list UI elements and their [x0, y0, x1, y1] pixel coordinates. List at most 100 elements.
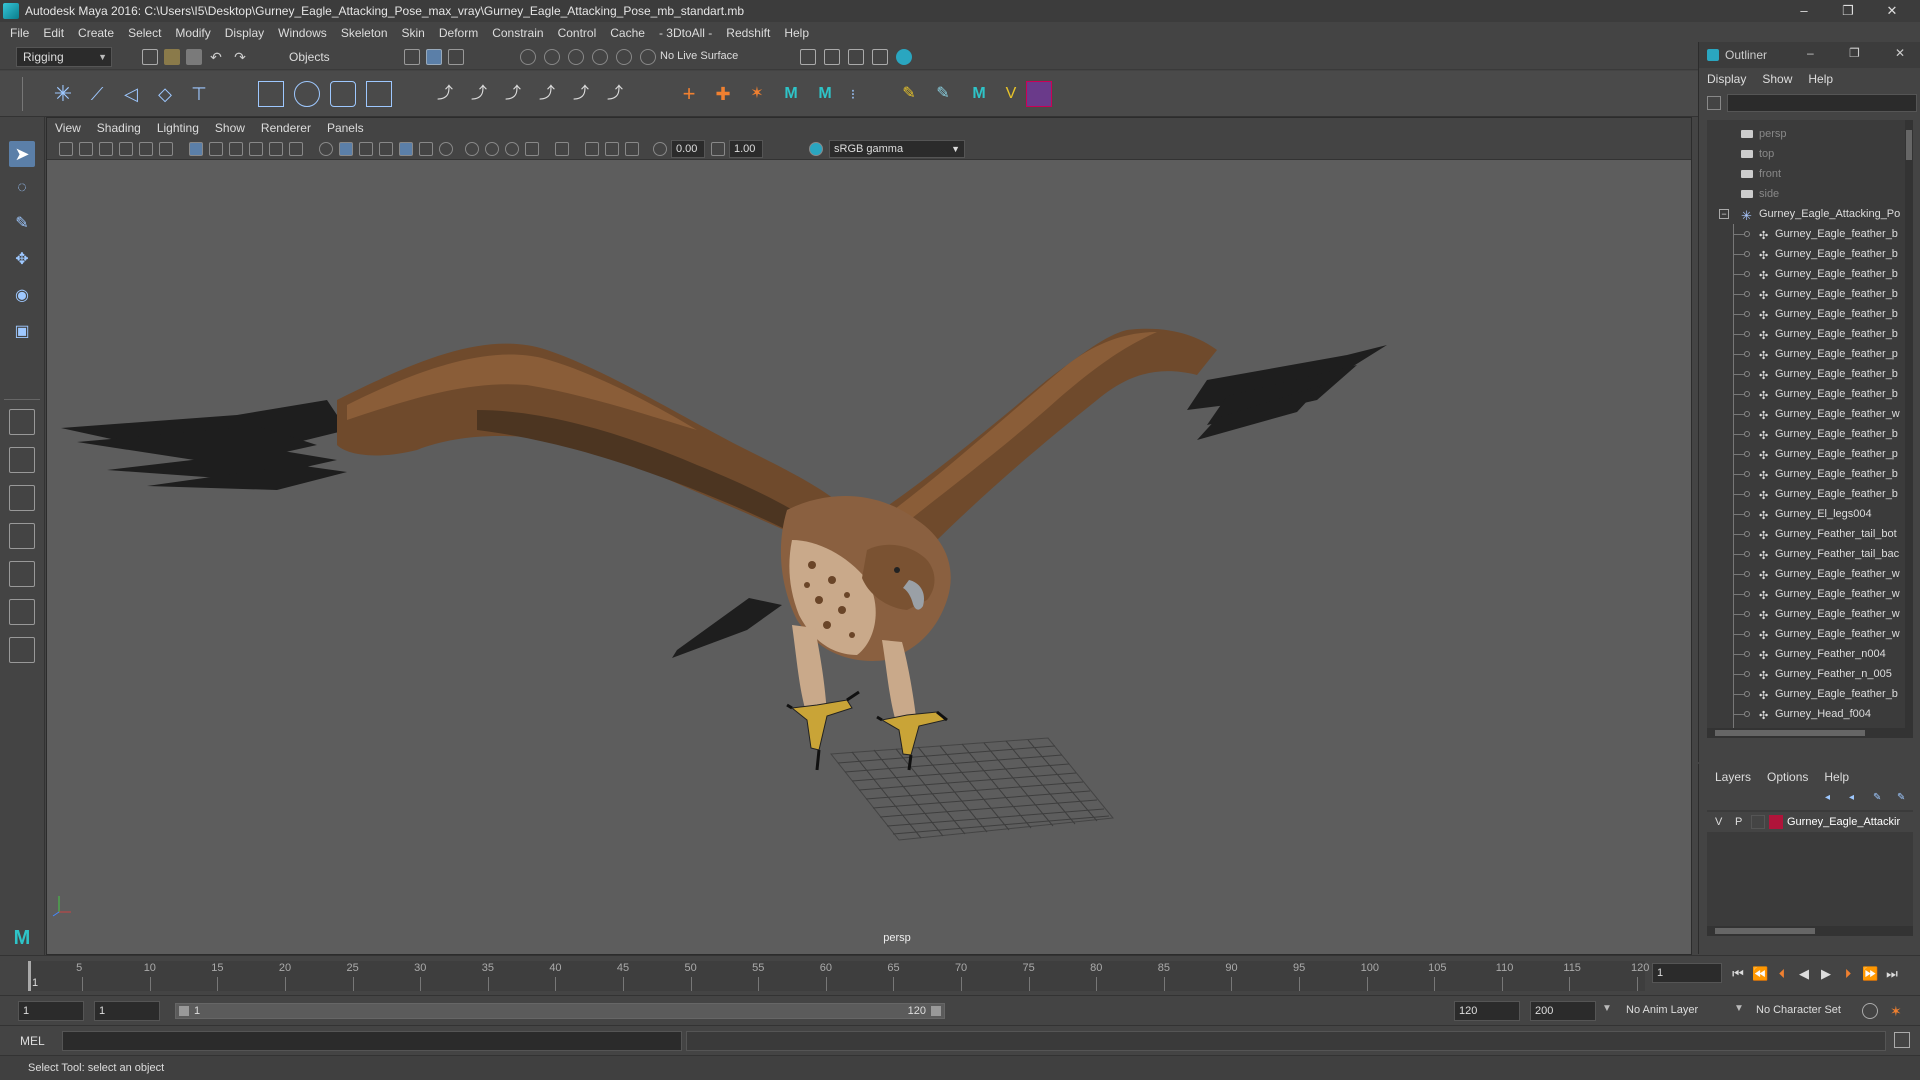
outliner-maximize-button[interactable]: ❐ — [1849, 46, 1860, 60]
joint-orient-icon[interactable]: ✚ — [710, 81, 736, 107]
outliner-mesh-row[interactable]: ✣ Gurney_Eagle_feather_w — [1707, 604, 1913, 624]
menu-modify[interactable]: Modify — [175, 26, 210, 40]
resolution-gate-icon[interactable] — [229, 142, 243, 156]
xray-icon[interactable] — [585, 142, 599, 156]
camera-icon[interactable] — [59, 142, 73, 156]
expand-dot-icon[interactable] — [1744, 671, 1750, 677]
layer-visibility-toggle[interactable]: V — [1715, 816, 1722, 828]
v-script-icon[interactable]: V — [998, 81, 1024, 107]
wrap-icon[interactable] — [330, 81, 356, 107]
expand-dot-icon[interactable] — [1744, 691, 1750, 697]
ik-spline-icon[interactable]: ◁ — [118, 81, 144, 107]
menu-create[interactable]: Create — [78, 26, 114, 40]
script-language-toggle[interactable]: MEL — [20, 1034, 45, 1048]
outliner-mesh-row[interactable]: ✣ Gurney_Eagle_feather_b — [1707, 244, 1913, 264]
outliner-mesh-row[interactable]: ✣ Gurney_Eagle_feather_b — [1707, 264, 1913, 284]
menu-display[interactable]: Display — [225, 26, 264, 40]
layer-name[interactable]: Gurney_Eagle_Attackir — [1787, 816, 1900, 828]
save-scene-icon[interactable] — [186, 49, 202, 65]
menu-windows[interactable]: Windows — [278, 26, 327, 40]
chevron-down-icon[interactable]: ▼ — [1734, 1003, 1744, 1014]
expand-dot-icon[interactable] — [1744, 711, 1750, 717]
outliner-tree[interactable]: persp top front side − ✳ Gurney_Eagle_Attackin… — [1707, 120, 1913, 738]
render-settings-icon[interactable] — [872, 49, 888, 65]
outliner-menu-help[interactable]: Help — [1808, 72, 1833, 86]
select-object-icon[interactable] — [426, 49, 442, 65]
layer-color-swatch[interactable] — [1769, 815, 1783, 829]
vp-menu-panels[interactable]: Panels — [327, 121, 364, 135]
range-bar[interactable]: 1 120 — [175, 1003, 945, 1019]
expand-dot-icon[interactable] — [1744, 411, 1750, 417]
play-backwards-icon[interactable]: ◀ — [1796, 966, 1812, 982]
expand-dot-icon[interactable] — [1744, 431, 1750, 437]
isolate-select-icon[interactable] — [555, 142, 569, 156]
render-frame-icon[interactable] — [824, 49, 840, 65]
collapse-icon[interactable]: − — [1719, 209, 1729, 219]
maximize-button[interactable]: ❐ — [1826, 0, 1870, 22]
outliner-close-button[interactable]: ✕ — [1895, 46, 1905, 60]
playback-end-field[interactable]: 120 — [1454, 1001, 1520, 1021]
outliner-mesh-row[interactable]: ✣ Gurney_Eagle_feather_p — [1707, 344, 1913, 364]
go-to-end-icon[interactable]: ⏭ — [1884, 966, 1900, 982]
scale-constraint-icon[interactable]: ⤴ — [534, 81, 560, 107]
menu-select[interactable]: Select — [128, 26, 161, 40]
outliner-hscrollbar[interactable] — [1707, 728, 1905, 738]
maya-script-2-icon[interactable]: M — [812, 81, 838, 107]
playback-start-field[interactable]: 1 — [94, 1001, 160, 1021]
eagle-scene[interactable] — [47, 160, 1691, 954]
current-frame-field[interactable]: 1 — [1652, 963, 1722, 983]
redo-icon[interactable]: ↷ — [232, 49, 248, 65]
outliner-mesh-row[interactable]: ✣ Gurney_Eagle_feather_b — [1707, 684, 1913, 704]
outliner-mesh-row[interactable]: ✣ Gurney_Eagle_feather_w — [1707, 584, 1913, 604]
play-forwards-icon[interactable]: ▶ — [1818, 966, 1834, 982]
ipr-render-icon[interactable] — [848, 49, 864, 65]
outliner-mesh-row[interactable]: ✣ Gurney_Eagle_feather_b — [1707, 464, 1913, 484]
outliner-mesh-row[interactable]: ✣ Gurney_Feather_tail_bac — [1707, 544, 1913, 564]
custom-layout-icon[interactable] — [9, 637, 35, 663]
color-space-dropdown[interactable]: sRGB gamma ▼ — [829, 140, 965, 158]
outliner-mesh-row[interactable]: ✣ Gurney_Eagle_feather_w — [1707, 624, 1913, 644]
live-surface-label[interactable]: No Live Surface — [660, 50, 738, 62]
command-input[interactable] — [62, 1031, 682, 1051]
outliner-mesh-row[interactable]: ✣ Gurney_Eagle_feather_b — [1707, 324, 1913, 344]
outliner-mesh-row[interactable]: ✣ Gurney_Eagle_feather_b — [1707, 384, 1913, 404]
paint-select-tool-icon[interactable]: ✎ — [9, 211, 35, 237]
exposure-icon[interactable] — [653, 142, 667, 156]
expand-dot-icon[interactable] — [1744, 551, 1750, 557]
expand-dot-icon[interactable] — [1744, 351, 1750, 357]
step-back-icon[interactable]: ⏪ — [1752, 966, 1768, 982]
hypershade-icon[interactable] — [896, 49, 912, 65]
animation-start-field[interactable]: 1 — [18, 1001, 84, 1021]
expand-dot-icon[interactable] — [1744, 311, 1750, 317]
outliner-mesh-row[interactable]: ✣ Gurney_Feather_n004 — [1707, 644, 1913, 664]
expand-dot-icon[interactable] — [1744, 531, 1750, 537]
lasso-tool-icon[interactable]: ◌ — [9, 175, 35, 201]
outliner-mesh-row[interactable]: ✣ Gurney_Feather_tail_bot — [1707, 524, 1913, 544]
xray-components-icon[interactable] — [625, 142, 639, 156]
expand-dot-icon[interactable] — [1744, 611, 1750, 617]
expand-dot-icon[interactable] — [1744, 451, 1750, 457]
parent-constraint-icon[interactable]: ⤴ — [432, 81, 458, 107]
film-gate-icon[interactable] — [209, 142, 223, 156]
expand-dot-icon[interactable] — [1744, 491, 1750, 497]
snap-view-icon[interactable] — [592, 49, 608, 65]
vp-menu-show[interactable]: Show — [215, 121, 245, 135]
snap-point-icon[interactable] — [568, 49, 584, 65]
wireframe-icon[interactable] — [319, 142, 333, 156]
scale-tool-icon[interactable]: ▣ — [9, 319, 35, 345]
expand-dot-icon[interactable] — [1744, 651, 1750, 657]
move-tool-icon[interactable]: ✥ — [9, 247, 35, 273]
field-chart-icon[interactable] — [269, 142, 283, 156]
depth-of-field-icon[interactable] — [525, 142, 539, 156]
outliner-mesh-row[interactable]: ✣ Gurney_Eagle_feather_w — [1707, 404, 1913, 424]
menu-constrain[interactable]: Constrain — [492, 26, 543, 40]
expand-dot-icon[interactable] — [1744, 391, 1750, 397]
outliner-camera-row[interactable]: persp — [1707, 124, 1913, 144]
expand-dot-icon[interactable] — [1744, 571, 1750, 577]
vp-menu-renderer[interactable]: Renderer — [261, 121, 311, 135]
persp-layout-icon[interactable] — [9, 599, 35, 625]
menu-control[interactable]: Control — [558, 26, 597, 40]
layer-move-up-icon[interactable]: ◂ — [1825, 792, 1837, 804]
locator-icon[interactable]: + — [676, 81, 702, 107]
single-pane-layout-icon[interactable] — [9, 409, 35, 435]
